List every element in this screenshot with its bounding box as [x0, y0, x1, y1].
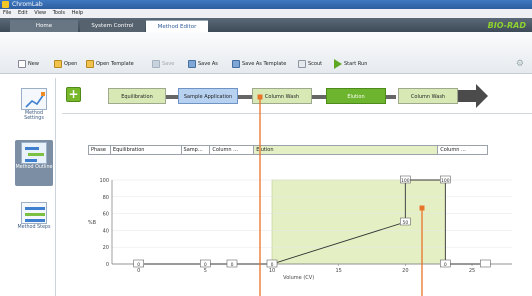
- callout-marker-column-wash: [257, 94, 263, 100]
- callout-marker-elution: [419, 205, 425, 211]
- callout-overlay: [257, 94, 425, 296]
